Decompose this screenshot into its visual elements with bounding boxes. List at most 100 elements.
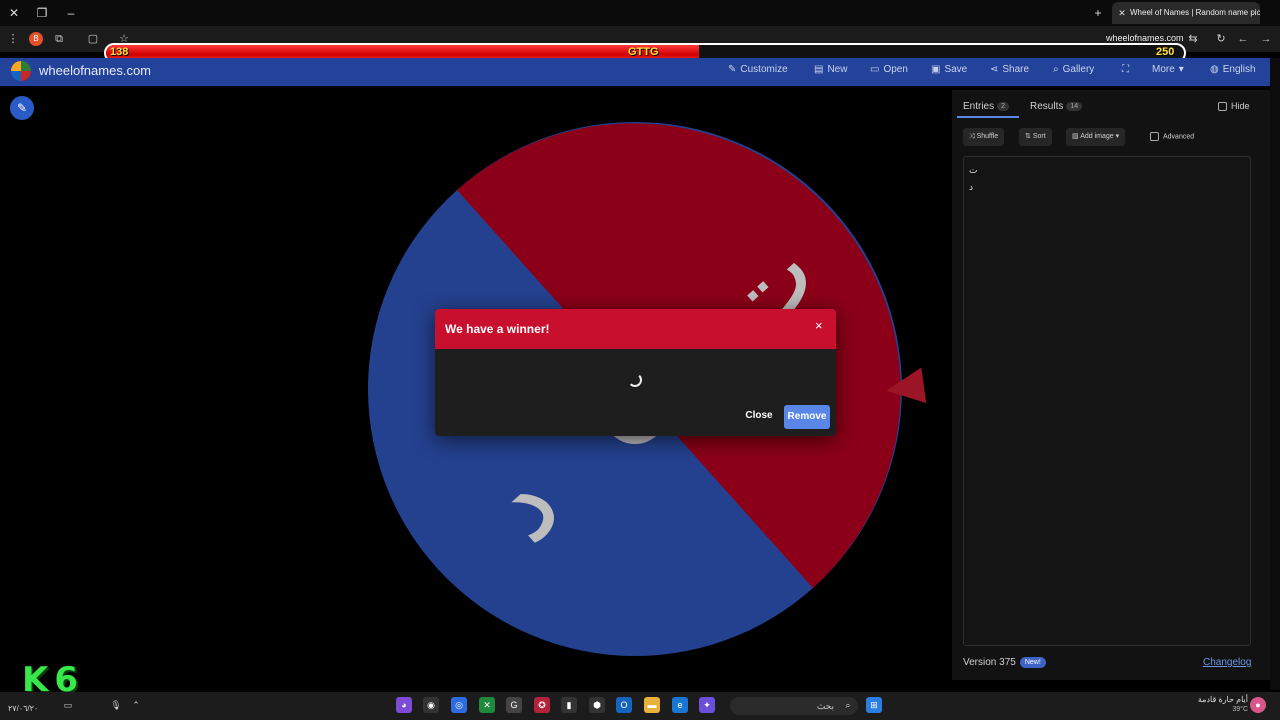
save-button[interactable]: ▣ Save [931,64,967,75]
entries-textarea[interactable] [963,156,1251,646]
close-window-icon[interactable]: ✕ [6,5,22,21]
stream-bar-left-value: 138 [110,46,129,58]
active-browser-tab[interactable]: Wheel of Names | Random name picker [1112,2,1260,24]
edge-icon[interactable]: e [672,697,688,713]
tab-results[interactable]: Results 14 [1030,101,1083,112]
edit-pencil-button[interactable]: ✎ [10,96,34,120]
fullscreen-icon: ⛶ [1122,64,1129,75]
chevron-up-icon[interactable]: ⌃ [128,697,144,713]
extensions-icon[interactable]: ⧉ [52,32,66,46]
page-scrollbar[interactable] [1270,58,1280,690]
forward-arrow-icon[interactable]: → [1259,32,1273,46]
entry-item: ت [969,166,978,176]
copilot-icon[interactable]: ✦ [699,697,715,713]
hide-checkbox-box [1218,102,1227,112]
outlook-icon[interactable]: O [616,697,632,713]
search-icon: ⌕ [845,700,851,710]
shuffle-label: Shuffle [976,133,999,140]
language-button[interactable]: ◍ English [1210,64,1256,75]
customize-button[interactable]: ✎ Customize [728,64,788,75]
back-arrow-icon[interactable]: ← [1236,32,1250,46]
sort-icon: ⇅ [1025,133,1033,140]
file-icon: ▤ [814,64,824,75]
taskbar-search[interactable]: بحث [730,697,858,715]
brave-shield-icon[interactable]: B [29,32,43,46]
gallery-label: Gallery [1062,64,1095,75]
reload-icon[interactable]: ↻ [1214,32,1228,46]
advanced-label: Advanced [1163,133,1195,141]
close-button[interactable]: Close [739,405,779,427]
open-button[interactable]: ▭ Open [870,64,908,75]
new-tab-icon[interactable]: + [1090,5,1106,21]
windows-taskbar [0,692,1280,720]
new-button[interactable]: ▤ New [814,64,847,75]
taskbar-search-text: بحث [816,701,834,711]
gallery-button[interactable]: ⌕ Gallery [1053,64,1094,75]
menu-dots-icon[interactable]: ⋮ [6,32,20,46]
site-settings-icon[interactable]: ⇆ [1186,32,1200,46]
gog-icon[interactable]: G [506,697,522,713]
active-tab-indicator [957,116,1019,118]
dialog-title: We have a winner! [445,322,550,336]
terminal-icon[interactable]: ▮ [561,697,577,713]
save-icon: ▣ [931,64,941,75]
sort-label: Sort [1032,133,1046,140]
game-launcher-icon[interactable]: ✪ [534,697,550,713]
discord-icon[interactable]: ◕ [396,697,412,713]
version-text: Version 375 [963,657,1016,669]
winner-dialog: We have a winner! × Close Remove [435,309,836,436]
app-icon[interactable]: ◉ [423,697,439,713]
chrome-icon[interactable]: ◎ [451,697,467,713]
changelog-link[interactable]: Changelog [1203,657,1251,668]
wheel-pointer [883,367,927,409]
close-tab-icon[interactable]: ✕ [1114,5,1130,21]
advanced-checkbox-box [1150,132,1159,141]
loading-spinner-icon [628,373,642,387]
more-label: More [1152,64,1175,75]
share-button[interactable]: ⋖ Share [990,64,1029,75]
entry-item: د [969,183,974,193]
stream-bar-right-value: 250 [1156,46,1175,58]
stream-bar-center-label: GTTG [628,46,659,58]
taskbar-weather: أيام حارة قادمة [1197,695,1248,704]
obs-icon[interactable]: ⬢ [589,697,605,713]
shuffle-icon: ⤨ [969,133,977,140]
tab-title: Wheel of Names | Random name picker [1130,8,1260,17]
network-icon[interactable]: ▭ [60,697,76,713]
share-label: Share [1002,64,1030,75]
file-explorer-icon[interactable]: ▬ [644,697,660,713]
pencil-icon: ✎ [16,101,28,115]
browser-tab-strip: ✕ ❐ – + Wheel of Names | Random name pic… [0,0,1280,26]
search-icon: ⌕ [1053,64,1059,75]
minimize-window-icon[interactable]: – [63,5,79,21]
remove-button[interactable]: Remove [784,405,830,429]
tab-entries[interactable]: Entries 2 [963,101,1010,112]
globe-icon: ◍ [1210,64,1219,75]
customize-label: Customize [740,64,788,75]
entries-tab-label: Entries [963,101,995,112]
sort-button[interactable]: ⇅ Sort [1019,128,1052,146]
site-brand[interactable]: wheelofnames.com [39,63,151,78]
results-count-badge: 14 [1066,101,1083,111]
sidebar-icon[interactable]: ▢ [86,32,100,46]
fullscreen-button[interactable]: ⛶ [1122,64,1133,75]
xbox-icon[interactable]: ✕ [479,697,495,713]
share-icon: ⋖ [990,64,999,75]
entries-count-badge: 2 [997,101,1010,111]
hide-checkbox[interactable]: Hide [1218,101,1250,112]
more-button[interactable]: More ▾ [1152,64,1184,75]
image-icon: ▨ [1072,133,1081,140]
add-image-button[interactable]: ▨ Add image ▾ [1066,128,1126,146]
site-logo-icon[interactable] [11,61,31,81]
dialog-close-icon[interactable]: × [815,318,823,333]
address-bar-url[interactable]: wheelofnames.com [1106,33,1184,43]
advanced-checkbox[interactable]: Advanced [1150,132,1194,141]
save-label: Save [944,64,968,75]
windows-start-icon[interactable]: ⊞ [866,697,882,713]
hide-label: Hide [1231,101,1250,111]
chevron-down-icon: ▾ [1113,133,1120,140]
notification-icon[interactable]: ● [1250,697,1266,713]
shuffle-button[interactable]: ⤨ Shuffle [963,128,1005,146]
microphone-icon[interactable]: 🎙 [108,697,124,713]
restore-window-icon[interactable]: ❐ [34,5,50,21]
